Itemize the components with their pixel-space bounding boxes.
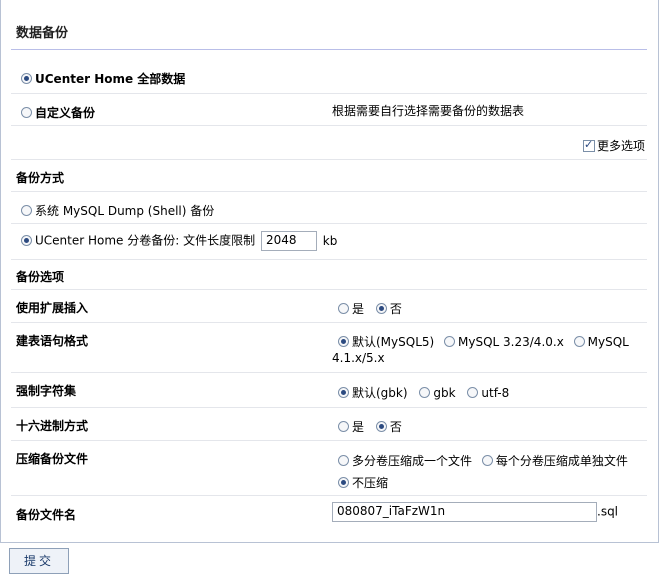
compress-single-radio[interactable] bbox=[338, 455, 349, 466]
row-compress: 压缩备份文件 多分卷压缩成一个文件 每个分卷压缩成单独文件 不压缩 bbox=[11, 441, 647, 496]
row-charset: 强制字符集 默认(gbk) gbk utf-8 bbox=[11, 373, 647, 408]
extended-insert-options: 是 否 bbox=[338, 300, 410, 317]
more-options-checkbox-wrap[interactable]: 更多选项 bbox=[583, 137, 645, 154]
full-backup-radio[interactable] bbox=[21, 73, 32, 84]
compress-none[interactable]: 不压缩 bbox=[338, 474, 388, 491]
volume-size-unit: kb bbox=[322, 233, 338, 248]
row-backup-options-heading: 备份选项 bbox=[11, 260, 647, 290]
sql-format-mysql41-radio[interactable] bbox=[573, 336, 585, 347]
extended-insert-yes-radio[interactable] bbox=[338, 303, 349, 314]
filename-label: 备份文件名 bbox=[16, 508, 77, 522]
row-hex: 十六进制方式 是 否 bbox=[11, 408, 647, 441]
extended-insert-no-radio[interactable] bbox=[375, 303, 387, 314]
custom-backup-description: 根据需要自行选择需要备份的数据表 bbox=[332, 104, 525, 118]
hex-no-label: 否 bbox=[389, 420, 402, 434]
row-full-backup: UCenter Home 全部数据 bbox=[11, 62, 647, 94]
charset-gbk[interactable]: gbk bbox=[419, 386, 456, 400]
more-options-checkbox[interactable] bbox=[583, 138, 595, 152]
charset-default[interactable]: 默认(gbk) bbox=[338, 386, 408, 400]
custom-backup-label: 自定义备份 bbox=[35, 106, 96, 120]
row-custom-backup: 自定义备份 根据需要自行选择需要备份的数据表 bbox=[11, 94, 647, 126]
custom-backup-radio[interactable] bbox=[21, 107, 32, 118]
filename-input[interactable]: 080807_iTaFzW1n bbox=[332, 502, 597, 522]
hex-no[interactable]: 否 bbox=[375, 420, 402, 434]
sql-format-mysql5-label: 默认(MySQL5) bbox=[352, 335, 435, 349]
multivolume-option[interactable]: UCenter Home 分卷备份: 文件长度限制 2048 kb bbox=[21, 231, 337, 251]
charset-gbk-label: gbk bbox=[433, 386, 456, 400]
extended-insert-no-label: 否 bbox=[389, 302, 402, 316]
sql-format-mysql323[interactable]: MySQL 3.23/4.0.x bbox=[444, 335, 564, 349]
submit-button[interactable]: 提交 bbox=[9, 548, 69, 574]
custom-backup-option[interactable]: 自定义备份 bbox=[21, 104, 95, 121]
page-title: 数据备份 bbox=[16, 26, 69, 41]
sql-format-continuation: 4.1.x/5.x bbox=[332, 351, 385, 365]
row-backup-method-heading: 备份方式 bbox=[11, 160, 647, 192]
compress-each-radio[interactable] bbox=[481, 455, 493, 466]
row-sql-format: 建表语句格式 默认(MySQL5) MySQL 3.23/4.0.x MySQL… bbox=[11, 323, 647, 373]
mysqldump-radio[interactable] bbox=[21, 205, 32, 216]
sql-format-options: 默认(MySQL5) MySQL 3.23/4.0.x MySQL bbox=[338, 333, 629, 350]
compress-each[interactable]: 每个分卷压缩成单独文件 bbox=[481, 454, 628, 468]
sql-format-mysql323-label: MySQL 3.23/4.0.x bbox=[458, 335, 564, 349]
sql-format-mysql5[interactable]: 默认(MySQL5) bbox=[338, 335, 434, 349]
extended-insert-yes[interactable]: 是 bbox=[338, 302, 364, 316]
multivolume-radio[interactable] bbox=[21, 234, 32, 246]
row-more-options: 更多选项 bbox=[11, 126, 647, 160]
hex-yes-label: 是 bbox=[352, 420, 365, 434]
compress-label: 压缩备份文件 bbox=[16, 452, 89, 466]
compress-none-label: 不压缩 bbox=[352, 476, 389, 490]
compress-single-label: 多分卷压缩成一个文件 bbox=[352, 454, 473, 468]
title-divider bbox=[11, 49, 647, 50]
compress-single[interactable]: 多分卷压缩成一个文件 bbox=[338, 454, 472, 468]
extended-insert-no[interactable]: 否 bbox=[375, 302, 402, 316]
sql-format-mysql41[interactable]: MySQL bbox=[573, 335, 629, 349]
mysqldump-label: 系统 MySQL Dump (Shell) 备份 bbox=[35, 204, 215, 218]
full-backup-option[interactable]: UCenter Home 全部数据 bbox=[21, 70, 185, 87]
compress-none-radio[interactable] bbox=[338, 477, 349, 488]
hex-options: 是 否 bbox=[338, 418, 402, 435]
compress-each-label: 每个分卷压缩成单独文件 bbox=[495, 454, 628, 468]
charset-utf8-radio[interactable] bbox=[467, 387, 479, 398]
sql-format-mysql323-radio[interactable] bbox=[444, 336, 456, 347]
full-backup-label: UCenter Home 全部数据 bbox=[35, 72, 186, 86]
volume-size-input[interactable]: 2048 bbox=[260, 231, 317, 251]
charset-default-label: 默认(gbk) bbox=[352, 386, 408, 400]
hex-yes[interactable]: 是 bbox=[338, 420, 364, 434]
row-extended-insert: 使用扩展插入 是 否 bbox=[11, 290, 647, 323]
sql-format-label: 建表语句格式 bbox=[16, 334, 89, 348]
sql-format-mysql41-label: MySQL bbox=[587, 335, 629, 349]
filename-field: 080807_iTaFzW1n .sql bbox=[332, 502, 618, 522]
row-filename: 备份文件名 080807_iTaFzW1n .sql bbox=[11, 496, 647, 530]
charset-gbk-radio[interactable] bbox=[419, 387, 431, 398]
mysqldump-option[interactable]: 系统 MySQL Dump (Shell) 备份 bbox=[21, 202, 214, 219]
charset-utf8-label: utf-8 bbox=[481, 386, 510, 400]
sql-format-mysql5-radio[interactable] bbox=[338, 336, 349, 347]
row-mysqldump: 系统 MySQL Dump (Shell) 备份 bbox=[11, 192, 647, 224]
extended-insert-yes-label: 是 bbox=[352, 302, 365, 316]
hex-no-radio[interactable] bbox=[375, 421, 387, 432]
backup-method-heading: 备份方式 bbox=[16, 171, 65, 185]
charset-utf8[interactable]: utf-8 bbox=[467, 386, 509, 400]
extended-insert-label: 使用扩展插入 bbox=[16, 301, 89, 315]
charset-label: 强制字符集 bbox=[16, 384, 77, 398]
more-options-label: 更多选项 bbox=[597, 139, 646, 153]
backup-panel: 数据备份 UCenter Home 全部数据 自定义备份 根据需要自行选择需要备… bbox=[0, 0, 659, 543]
row-multivolume: UCenter Home 分卷备份: 文件长度限制 2048 kb bbox=[11, 224, 647, 260]
multivolume-label: UCenter Home 分卷备份: 文件长度限制 bbox=[35, 233, 256, 248]
charset-default-radio[interactable] bbox=[338, 387, 349, 398]
compress-options: 多分卷压缩成一个文件 每个分卷压缩成单独文件 bbox=[338, 452, 628, 469]
hex-label: 十六进制方式 bbox=[16, 419, 89, 433]
charset-options: 默认(gbk) gbk utf-8 bbox=[338, 384, 509, 401]
filename-suffix: .sql bbox=[597, 504, 619, 519]
backup-options-heading: 备份选项 bbox=[16, 270, 65, 284]
hex-yes-radio[interactable] bbox=[338, 421, 349, 432]
